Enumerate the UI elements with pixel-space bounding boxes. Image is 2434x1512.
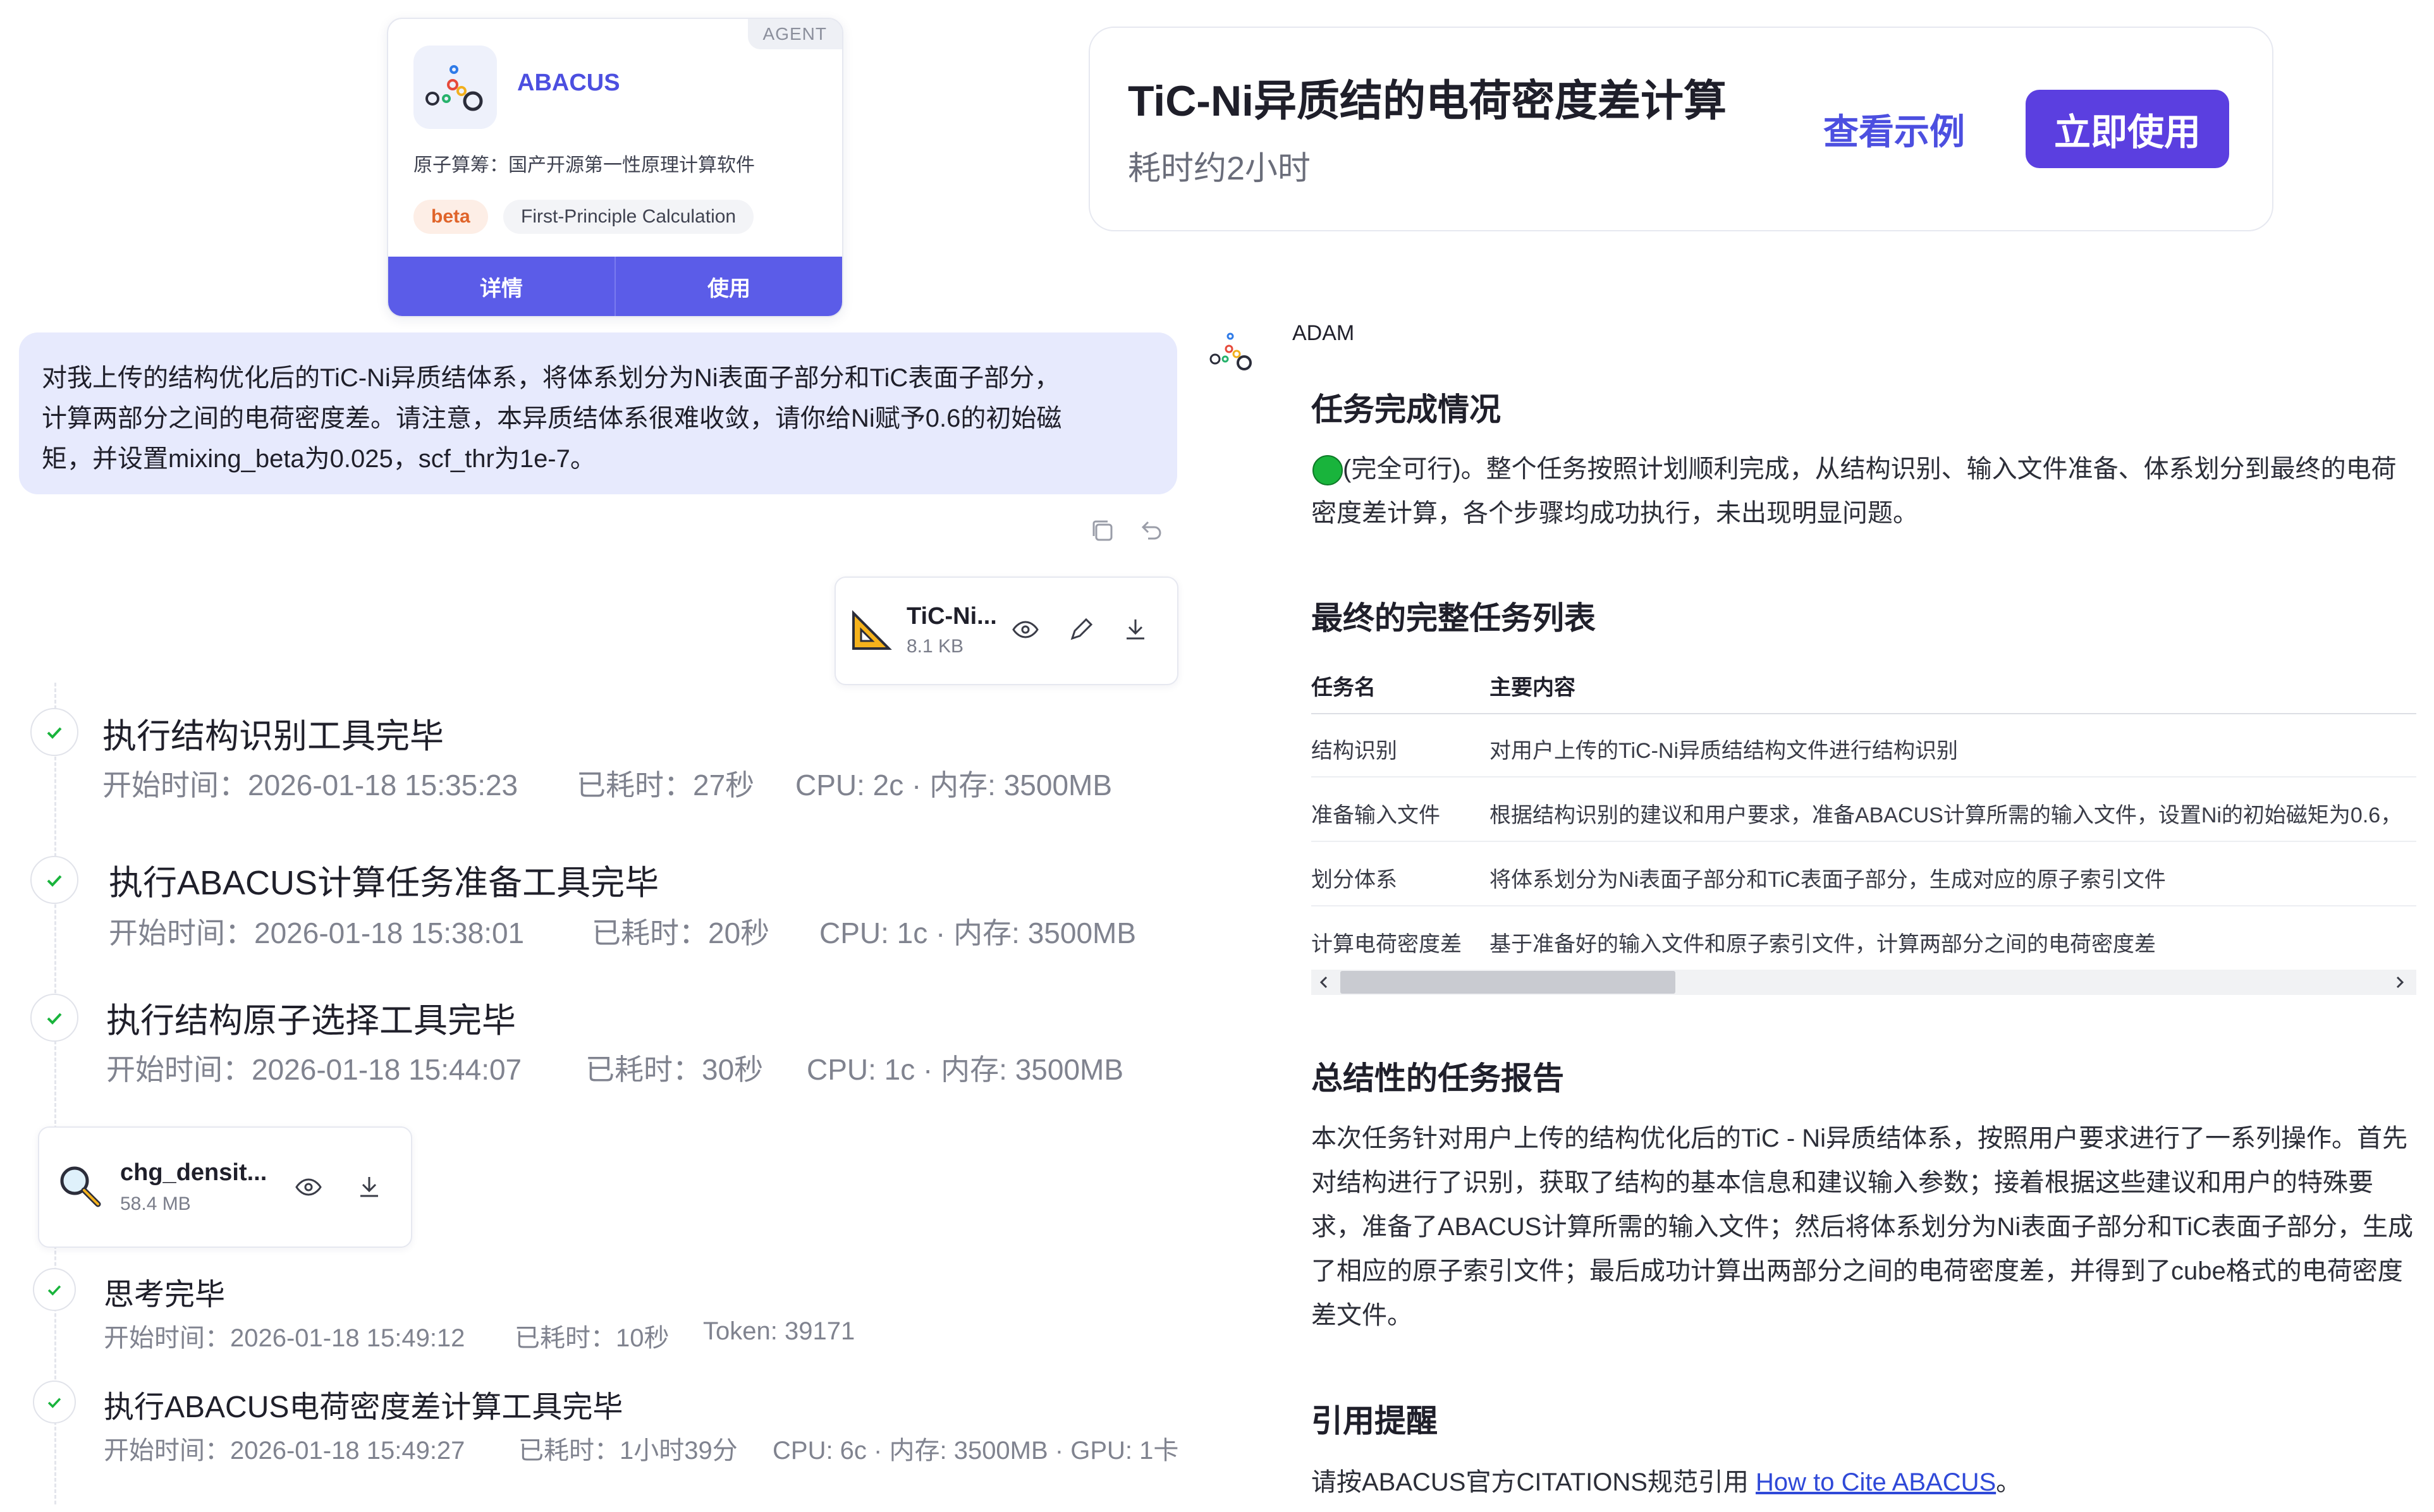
download-icon[interactable] [1122,616,1149,647]
step-resources: CPU: 2c · 内存: 3500MB [795,769,1113,802]
completion-text: 密度差计算，各个步骤均成功执行，未出现明显问题。 [1311,499,1918,527]
report-line: 求，准备了ABACUS计算所需的输入文件；然后将体系划分为Ni表面子部分和TiC… [1311,1213,2413,1241]
how-to-cite-link[interactable]: How to Cite ABACUS [1756,1468,1996,1496]
step-start-time: 开始时间：2026-01-18 15:49:12 [104,1324,465,1352]
citation-heading: 引用提醒 [1311,1403,1438,1439]
agent-card-actions: 详情 使用 [388,257,842,316]
completion-text: (完全可行)。整个任务按照计划顺利完成，从结构识别、输入文件准备、体系划分到最终… [1343,455,2397,483]
scroll-right-icon[interactable] [2391,973,2409,994]
table-cell-name: 结构识别 [1311,739,1397,763]
table-cell-content: 基于准备好的输入文件和原子索引文件，计算两部分之间的电荷密度差 [1489,932,2156,956]
step-elapsed: 已耗时：10秒 [515,1324,670,1352]
table-cell-name: 划分体系 [1311,868,1397,892]
table-cell-content: 对用户上传的TiC-Ni异质结结构文件进行结构识别 [1489,739,1959,763]
table-cell-name: 准备输入文件 [1311,803,1440,827]
eye-icon[interactable] [1012,616,1039,647]
table-cell-content: 根据结构识别的建议和用户要求，准备ABACUS计算所需的输入文件，设置Ni的初始… [1489,803,2402,827]
abacus-logo-icon [413,46,497,129]
step-title: 执行ABACUS电荷密度差计算工具完毕 [104,1391,623,1424]
uploaded-file-card[interactable]: TiC-Ni... 8.1 KB [835,576,1178,685]
table-divider [1311,841,2416,842]
edit-icon[interactable] [1067,616,1095,647]
eye-icon[interactable] [295,1173,322,1204]
assistant-name: ADAM [1292,321,1355,345]
task-list-heading: 最终的完整任务列表 [1311,601,1596,636]
table-divider [1311,776,2416,777]
user-message-line: 计算两部分之间的电荷密度差。请注意，本异质结体系很难收敛，请你给Ni赋予0.6的… [42,405,1062,432]
table-header-content: 主要内容 [1489,676,1575,700]
step-check-icon [33,1268,76,1311]
file-size: 58.4 MB [120,1193,191,1214]
task-banner: TiC-Ni异质结的电荷密度差计算 耗时约2小时 查看示例 立即使用 [1089,27,2273,231]
report-line: 差文件。 [1311,1302,1412,1329]
step-elapsed: 已耗时：30秒 [585,1053,764,1086]
step-elapsed: 已耗时：27秒 [577,769,755,802]
step-title: 执行结构识别工具完毕 [102,717,444,755]
view-example-link[interactable]: 查看示例 [1823,104,1965,155]
user-message-bubble: 对我上传的结构优化后的TiC-Ni异质结体系，将体系划分为Ni表面子部分和TiC… [19,332,1177,494]
report-line: 了相应的原子索引文件；最后成功计算出两部分之间的电荷密度差，并得到了cube格式… [1311,1257,2403,1285]
citation-text: 请按ABACUS官方CITATIONS规范引用 How to Cite ABAC… [1311,1460,2021,1504]
adam-avatar-icon [1202,322,1259,382]
file-name: chg_densit... [120,1159,267,1186]
use-button[interactable]: 使用 [615,257,842,316]
citation-suffix: 。 [1996,1468,2022,1496]
step-start-time: 开始时间：2026-01-18 15:38:01 [109,917,525,949]
status-green-icon [1312,455,1343,485]
scroll-left-icon[interactable] [1315,973,1333,994]
completion-heading: 任务完成情况 [1311,392,1501,427]
step-start-time: 开始时间：2026-01-18 15:49:27 [104,1437,465,1465]
report-text: 本次任务针对用户上传的结构优化后的TiC - Ni异质结体系，按照用户要求进行了… [1311,1116,2424,1338]
step-start-time: 开始时间：2026-01-18 15:35:23 [102,769,518,802]
file-name: TiC-Ni... [907,603,997,630]
user-message-line: 对我上传的结构优化后的TiC-Ni异质结体系，将体系划分为Ni表面子部分和TiC… [42,364,1060,392]
step-resources: CPU: 1c · 内存: 3500MB [819,917,1137,949]
step-title: 执行结构原子选择工具完毕 [106,1002,516,1040]
step-resources: Token: 39171 [703,1317,855,1345]
step-title: 执行ABACUS计算任务准备工具完毕 [109,864,659,902]
scrollbar-thumb[interactable] [1340,971,1675,994]
step-check-icon [33,1381,76,1424]
step-elapsed: 已耗时：1小时39分 [518,1437,738,1465]
step-elapsed: 已耗时：20秒 [592,917,770,949]
step-resources: CPU: 6c · 内存: 3500MB · GPU: 1卡 [773,1437,1179,1465]
step-check-icon [30,856,78,904]
undo-icon[interactable] [1135,516,1166,549]
citation-prefix: 请按ABACUS官方CITATIONS规范引用 [1311,1468,1756,1496]
use-now-button[interactable]: 立即使用 [2026,90,2229,168]
beta-badge: beta [413,200,488,234]
magnifier-icon [56,1162,104,1213]
ruler-triangle-icon [850,609,893,655]
user-message-line: 矩，并设置mixing_beta为0.025，scf_thr为1e-7。 [42,445,596,473]
table-divider [1311,713,2416,714]
step-check-icon [30,994,78,1042]
copy-icon[interactable] [1087,516,1118,549]
report-line: 对结构进行了识别，获取了结构的基本信息和建议输入参数；接着根据这些建议和用户的特… [1311,1169,2373,1197]
step-title: 思考完毕 [104,1278,226,1312]
details-button[interactable]: 详情 [388,257,615,316]
table-cell-content: 将体系划分为Ni表面子部分和TiC表面子部分，生成对应的原子索引文件 [1489,868,2166,892]
banner-duration: 耗时约2小时 [1128,150,1311,187]
output-file-card[interactable]: chg_densit... 58.4 MB [38,1126,412,1248]
report-line: 本次任务针对用户上传的结构优化后的TiC - Ni异质结体系，按照用户要求进行了… [1311,1125,2408,1152]
table-cell-clip: 根据结构识别的建议和用户要求，准备ABACUS计算所需的输入文件，设置Ni的初始… [1489,798,2416,829]
step-start-time: 开始时间：2026-01-18 15:44:07 [106,1053,522,1086]
agent-name: ABACUS [517,70,620,96]
table-divider [1311,905,2416,906]
agent-description: 原子算筹：国产开源第一性原理计算软件 [413,155,755,176]
agent-card[interactable]: AGENT ABACUS 原子算筹：国产开源第一性原理计算软件 beta Fir… [387,18,843,317]
download-icon[interactable] [355,1173,383,1204]
step-resources: CPU: 1c · 内存: 3500MB [807,1053,1124,1086]
agent-tag: AGENT [747,19,842,49]
banner-title: TiC-Ni异质结的电荷密度差计算 [1128,77,1727,125]
report-heading: 总结性的任务报告 [1311,1061,1564,1096]
file-size: 8.1 KB [907,636,964,657]
table-header-name: 任务名 [1311,676,1376,700]
step-check-icon [30,708,78,756]
table-cell-name: 计算电荷密度差 [1311,932,1462,956]
category-tag: First-Principle Calculation [503,200,754,234]
